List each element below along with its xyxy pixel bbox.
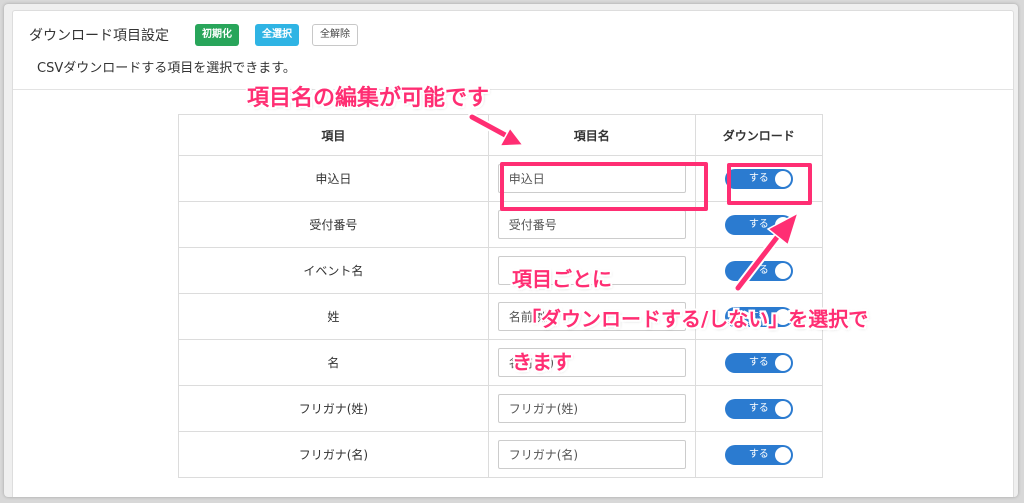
toggle-label: する — [748, 448, 769, 460]
column-header-item-name: 項目名 — [487, 114, 696, 156]
table-row: イベント名 する — [178, 247, 824, 294]
toggle-knob — [774, 400, 791, 417]
table-row: 名 する — [178, 339, 824, 386]
annotation-toggle-note-line2: 「ダウンロードする/しない」を選択で — [521, 307, 869, 331]
annotation-edit-note: 項目名の編集が可能です — [247, 86, 490, 111]
download-toggle[interactable]: する — [724, 444, 793, 465]
toggle-knob — [774, 354, 791, 371]
column-header-item: 項目 — [178, 114, 489, 156]
table-header-row: 項目 項目名 ダウンロード — [178, 114, 824, 156]
item-name-input[interactable] — [497, 440, 686, 469]
item-cell: 申込日 — [178, 155, 489, 202]
panel-title: ダウンロード項目設定 — [29, 28, 169, 44]
annotation-toggle-note-line1: 項目ごとに — [512, 267, 612, 291]
download-toggle[interactable]: する — [724, 214, 793, 235]
item-name-highlight-box — [500, 162, 708, 211]
toggle-knob — [774, 446, 791, 463]
item-cell: イベント名 — [178, 247, 489, 294]
deselect-all-button[interactable]: 全解除 — [312, 24, 358, 46]
toggle-label: する — [748, 218, 769, 230]
download-cell: する — [694, 201, 824, 248]
panel-header: ダウンロード項目設定 初期化 全選択 全解除 CSVダウンロードする項目を選択で… — [13, 11, 1013, 90]
item-cell: 名 — [178, 339, 489, 386]
item-cell: フリガナ(姓) — [178, 385, 489, 432]
download-cell: する — [694, 431, 824, 478]
download-cell: する — [694, 339, 824, 386]
download-cell: する — [694, 385, 824, 432]
item-cell: 姓 — [178, 293, 489, 340]
toggle-knob — [774, 262, 791, 279]
table-row: フリガナ(名) する — [178, 431, 824, 478]
item-name-input[interactable] — [497, 394, 686, 423]
item-name-cell — [487, 385, 696, 432]
toggle-label: する — [748, 402, 769, 414]
toggle-knob — [774, 216, 791, 233]
reset-button[interactable]: 初期化 — [195, 24, 239, 46]
item-cell: フリガナ(名) — [178, 431, 489, 478]
annotation-toggle-note-line3: きます — [512, 350, 572, 374]
item-name-cell — [487, 431, 696, 478]
download-cell: する — [694, 247, 824, 294]
toggle-label: する — [748, 264, 769, 276]
item-name-input[interactable] — [497, 210, 686, 239]
toggle-highlight-box — [727, 163, 812, 205]
item-cell: 受付番号 — [178, 201, 489, 248]
table-row: フリガナ(姓) する — [178, 385, 824, 432]
panel-description: CSVダウンロードする項目を選択できます。 — [37, 61, 296, 76]
select-all-button[interactable]: 全選択 — [255, 24, 299, 46]
download-toggle[interactable]: する — [724, 352, 793, 373]
column-header-download: ダウンロード — [694, 114, 824, 156]
download-toggle[interactable]: する — [724, 260, 793, 281]
toggle-label: する — [748, 356, 769, 368]
download-toggle[interactable]: する — [724, 398, 793, 419]
